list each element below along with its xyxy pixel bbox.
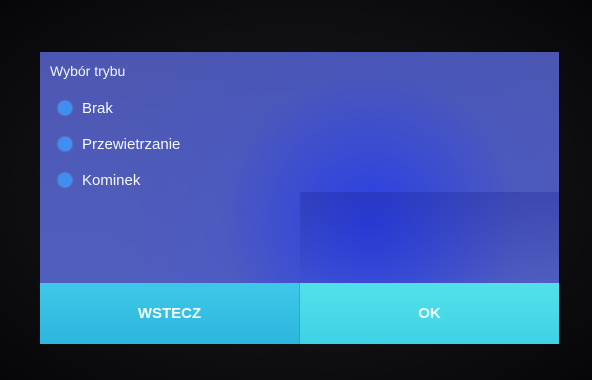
radio-dot-icon[interactable] [58, 173, 72, 187]
ok-button[interactable]: OK [299, 283, 559, 344]
mode-option-label: Przewietrzanie [82, 135, 181, 153]
mode-option-label: Brak [82, 99, 113, 117]
device-bezel: Wybór trybu Brak Przewietrzanie Kominek … [0, 0, 592, 380]
mode-option-przewietrzanie[interactable]: Przewietrzanie [58, 126, 180, 162]
radio-dot-icon[interactable] [58, 101, 72, 115]
mode-option-label: Kominek [82, 171, 141, 189]
radio-dot-icon[interactable] [58, 137, 72, 151]
mode-option-brak[interactable]: Brak [58, 90, 180, 126]
mode-option-kominek[interactable]: Kominek [58, 162, 180, 198]
mode-selection-dialog: Wybór trybu Brak Przewietrzanie Kominek … [40, 52, 559, 344]
dialog-button-bar: WSTECZ OK [40, 283, 559, 344]
mode-options-list: Brak Przewietrzanie Kominek [58, 90, 180, 198]
back-button[interactable]: WSTECZ [40, 283, 299, 344]
dialog-title: Wybór trybu [50, 63, 126, 79]
